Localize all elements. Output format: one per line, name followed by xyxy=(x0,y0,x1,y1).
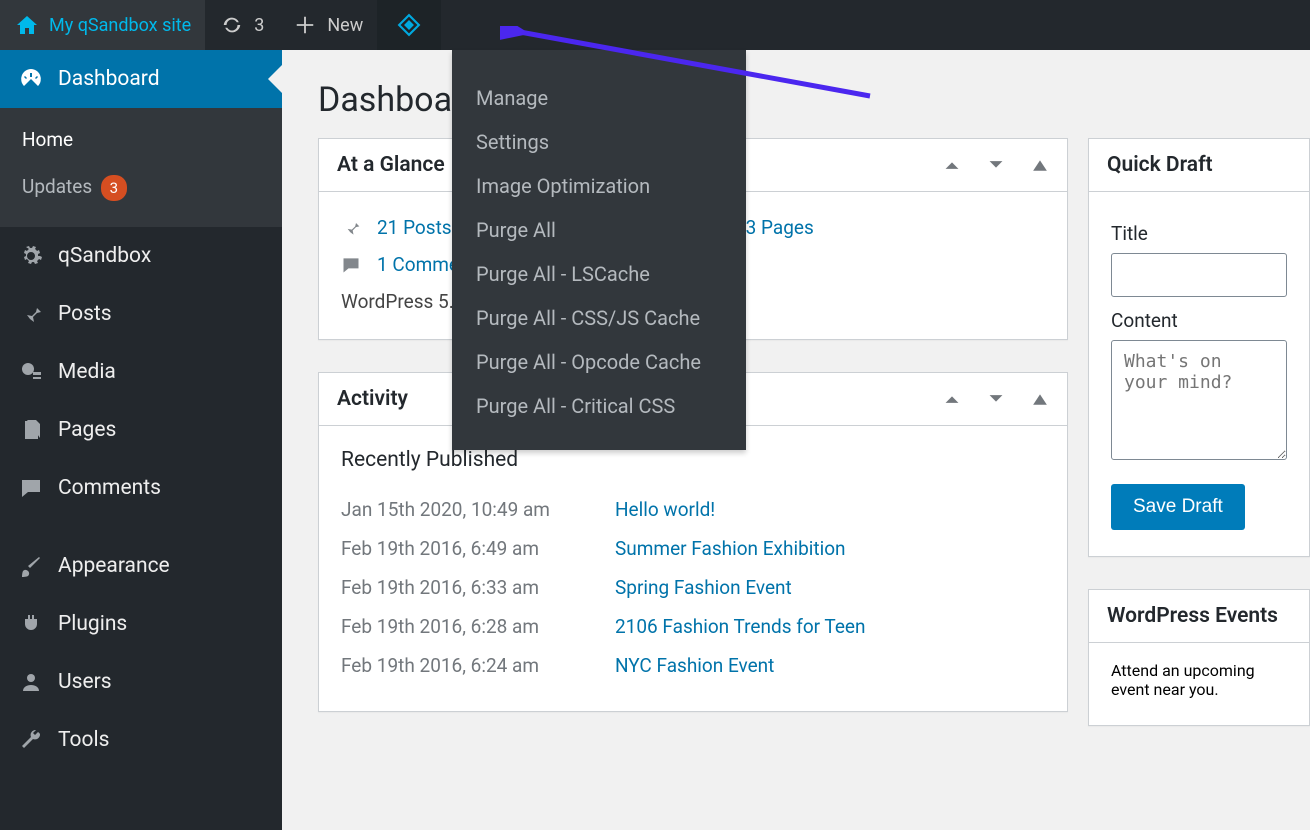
quick-draft-heading: Quick Draft xyxy=(1107,153,1213,177)
content-area: Dashboard At a Glance 21 Posts 3 Pages xyxy=(282,50,1310,830)
activity-row: Feb 19th 2016, 6:28 am2106 Fashion Trend… xyxy=(341,607,1045,646)
activity-link[interactable]: Summer Fashion Exhibition xyxy=(615,537,846,560)
sidebar-item-pages[interactable]: Pages xyxy=(0,401,282,459)
pin-icon xyxy=(341,218,365,238)
chevron-up-icon[interactable] xyxy=(943,156,961,174)
site-name: My qSandbox site xyxy=(49,15,191,36)
quick-draft-content-input[interactable] xyxy=(1111,340,1287,460)
quick-draft-content-label: Content xyxy=(1111,309,1287,332)
topbar-new-label: New xyxy=(327,15,363,36)
sidebar-item-dashboard[interactable]: Dashboard xyxy=(0,50,282,108)
sidebar-item-media[interactable]: Media xyxy=(0,343,282,401)
activity-row: Feb 19th 2016, 6:49 amSummer Fashion Exh… xyxy=(341,529,1045,568)
admin-topbar: My qSandbox site 3 New xyxy=(0,0,1310,50)
litespeed-icon xyxy=(395,11,423,39)
topbar-new[interactable]: New xyxy=(278,0,377,50)
activity-row: Feb 19th 2016, 6:24 amNYC Fashion Event xyxy=(341,646,1045,685)
activity-list: Jan 15th 2020, 10:49 amHello world! Feb … xyxy=(341,490,1045,685)
comment-icon xyxy=(341,255,365,275)
sidebar-item-comments[interactable]: Comments xyxy=(0,459,282,517)
glance-pages-link[interactable]: 3 Pages xyxy=(746,216,814,239)
sidebar-item-users[interactable]: Users xyxy=(0,653,282,711)
events-text: Attend an upcoming event near you. xyxy=(1111,661,1255,699)
dashboard-icon xyxy=(18,66,44,92)
quick-draft-box: Quick Draft Title Content Save Draft xyxy=(1088,138,1310,557)
dropdown-item-purge-lscache[interactable]: Purge All - LSCache xyxy=(452,252,746,296)
activity-link[interactable]: Hello world! xyxy=(615,498,715,521)
admin-sidebar: Dashboard Home Updates 3 qSandbox Posts … xyxy=(0,50,282,830)
activity-heading: Activity xyxy=(337,387,408,411)
events-heading: WordPress Events xyxy=(1107,604,1278,628)
litespeed-dropdown: Manage Settings Image Optimization Purge… xyxy=(452,50,746,450)
triangle-up-icon[interactable] xyxy=(1031,156,1049,174)
dropdown-item-purge-critical[interactable]: Purge All - Critical CSS xyxy=(452,384,746,428)
topbar-updates[interactable]: 3 xyxy=(205,0,278,50)
glance-posts-link[interactable]: 21 Posts xyxy=(377,216,452,239)
activity-subheading: Recently Published xyxy=(341,448,1045,472)
wrench-icon xyxy=(18,727,44,753)
at-a-glance-heading: At a Glance xyxy=(337,153,445,177)
updates-badge: 3 xyxy=(101,175,127,201)
gear-icon xyxy=(18,243,44,269)
topbar-litespeed[interactable] xyxy=(377,0,441,50)
activity-row: Feb 19th 2016, 6:33 amSpring Fashion Eve… xyxy=(341,568,1045,607)
save-draft-button[interactable]: Save Draft xyxy=(1111,484,1245,530)
brush-icon xyxy=(18,553,44,579)
comment-icon xyxy=(18,475,44,501)
media-icon xyxy=(18,359,44,385)
quick-draft-header: Quick Draft xyxy=(1089,139,1309,192)
quick-draft-title-input[interactable] xyxy=(1111,253,1287,297)
dropdown-item-purge-opcode[interactable]: Purge All - Opcode Cache xyxy=(452,340,746,384)
plug-icon xyxy=(18,611,44,637)
sidebar-sub-home[interactable]: Home xyxy=(0,116,282,163)
activity-link[interactable]: 2106 Fashion Trends for Teen xyxy=(615,615,866,638)
topbar-updates-count: 3 xyxy=(254,15,264,36)
chevron-up-icon[interactable] xyxy=(943,390,961,408)
chevron-down-icon[interactable] xyxy=(987,156,1005,174)
sidebar-item-plugins[interactable]: Plugins xyxy=(0,595,282,653)
user-icon xyxy=(18,669,44,695)
pin-icon xyxy=(18,301,44,327)
dropdown-item-manage[interactable]: Manage xyxy=(452,76,746,120)
sidebar-item-appearance[interactable]: Appearance xyxy=(0,537,282,595)
sidebar-item-qsandbox[interactable]: qSandbox xyxy=(0,227,282,285)
dropdown-item-purge-cssjs[interactable]: Purge All - CSS/JS Cache xyxy=(452,296,746,340)
sidebar-sub-updates[interactable]: Updates 3 xyxy=(0,163,282,213)
activity-link[interactable]: NYC Fashion Event xyxy=(615,654,774,677)
events-header: WordPress Events xyxy=(1089,590,1309,643)
events-box: WordPress Events Attend an upcoming even… xyxy=(1088,589,1310,726)
activity-link[interactable]: Spring Fashion Event xyxy=(615,576,792,599)
sidebar-dashboard-label: Dashboard xyxy=(58,67,160,91)
dropdown-item-settings[interactable]: Settings xyxy=(452,120,746,164)
sidebar-item-tools[interactable]: Tools xyxy=(0,711,282,769)
triangle-up-icon[interactable] xyxy=(1031,390,1049,408)
plus-icon xyxy=(292,12,318,38)
sidebar-item-posts[interactable]: Posts xyxy=(0,285,282,343)
refresh-icon xyxy=(219,12,245,38)
topbar-site-link[interactable]: My qSandbox site xyxy=(0,0,205,50)
dropdown-item-purge-all[interactable]: Purge All xyxy=(452,208,746,252)
home-icon xyxy=(14,12,40,38)
quick-draft-title-label: Title xyxy=(1111,222,1287,245)
chevron-down-icon[interactable] xyxy=(987,390,1005,408)
activity-row: Jan 15th 2020, 10:49 amHello world! xyxy=(341,490,1045,529)
sidebar-dashboard-sub: Home Updates 3 xyxy=(0,108,282,227)
dropdown-item-image-optimization[interactable]: Image Optimization xyxy=(452,164,746,208)
pages-icon xyxy=(18,417,44,443)
